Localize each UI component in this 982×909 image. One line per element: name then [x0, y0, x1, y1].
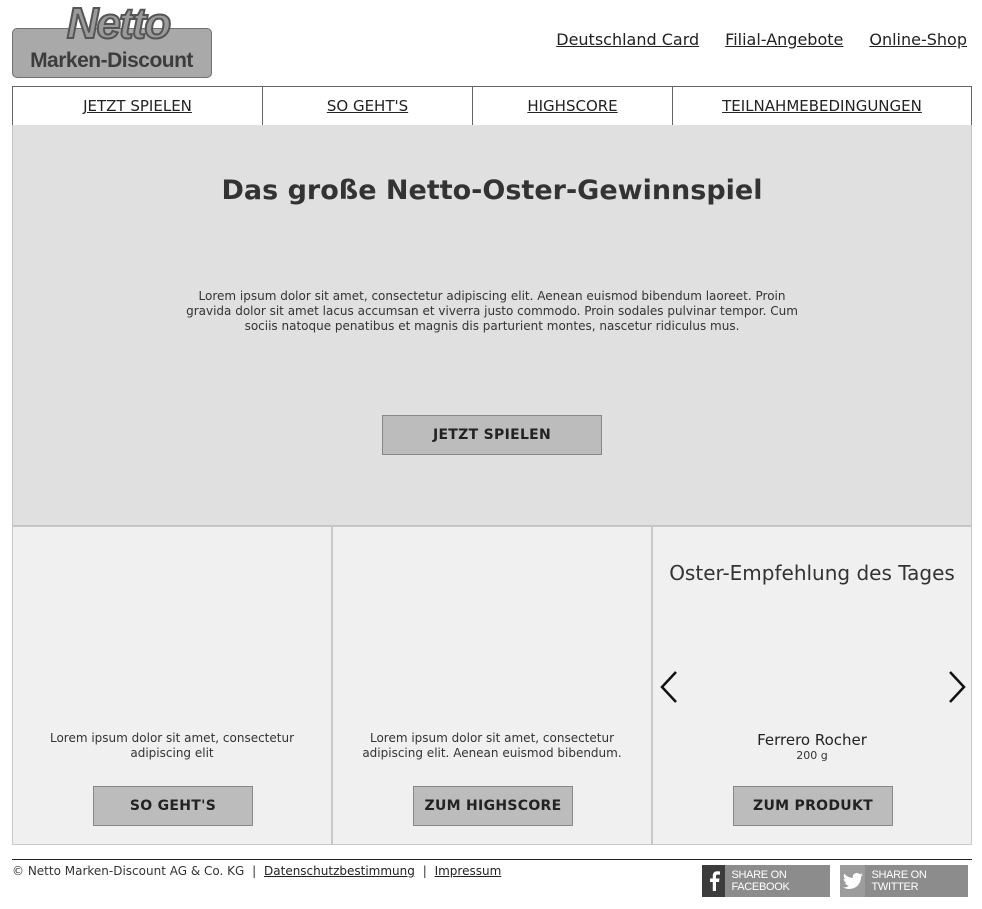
footer: © Netto Marken-Discount AG & Co. KG | Da… [12, 864, 501, 878]
footer-divider [12, 859, 972, 860]
imprint-link[interactable]: Impressum [435, 864, 502, 878]
zum-produkt-button[interactable]: ZUM PRODUKT [733, 786, 893, 826]
recommendation-title: Oster-Empfehlung des Tages [669, 561, 955, 585]
tab-so-gehts[interactable]: SO GEHT'S [263, 87, 473, 125]
tab-jetzt-spielen[interactable]: JETZT SPIELEN [13, 87, 263, 125]
product-name: Ferrero Rocher [757, 731, 867, 749]
chevron-right-icon[interactable] [945, 669, 969, 705]
card-recommendation: Oster-Empfehlung des Tages Ferrero Roche… [652, 526, 972, 845]
share-twitter-button[interactable]: SHARE ON TWITTER [840, 865, 968, 897]
netto-logo[interactable]: Netto Marken-Discount [12, 0, 212, 78]
footer-separator: | [252, 864, 257, 878]
link-deutschland-card[interactable]: Deutschland Card [556, 30, 699, 49]
top-links: Deutschland Card Filial-Angebote Online-… [556, 30, 967, 49]
twitter-icon [840, 865, 866, 897]
share-facebook-label: SHARE ON FACEBOOK [731, 869, 790, 893]
logo-wordmark: Netto [66, 0, 172, 49]
card-how-to: Lorem ipsum dolor sit amet, consectetur … [12, 526, 332, 845]
privacy-link[interactable]: Datenschutzbestimmung [264, 864, 415, 878]
hero-section: Das große Netto-Oster-Gewinnspiel Lorem … [12, 125, 972, 526]
tab-highscore[interactable]: HIGHSCORE [473, 87, 673, 125]
zum-highscore-button[interactable]: ZUM HIGHSCORE [413, 786, 573, 826]
so-gehts-button[interactable]: SO GEHT'S [93, 786, 253, 826]
footer-copyright: © Netto Marken-Discount AG & Co. KG [12, 864, 245, 878]
card-highscore-text: Lorem ipsum dolor sit amet, consectetur … [362, 731, 622, 760]
share-twitter-label: SHARE ON TWITTER [871, 869, 927, 893]
product-weight: 200 g [796, 749, 828, 762]
link-online-shop[interactable]: Online-Shop [869, 30, 967, 49]
card-highscore: Lorem ipsum dolor sit amet, consectetur … [332, 526, 652, 845]
hero-title: Das große Netto-Oster-Gewinnspiel [221, 175, 763, 206]
footer-separator: | [422, 864, 427, 878]
chevron-left-icon[interactable] [657, 669, 681, 705]
main-nav: JETZT SPIELEN SO GEHT'S HIGHSCORE TEILNA… [12, 86, 972, 126]
logo-subline: Marken-Discount [30, 49, 193, 72]
jetzt-spielen-button[interactable]: JETZT SPIELEN [382, 415, 602, 455]
card-how-to-text: Lorem ipsum dolor sit amet, consectetur … [49, 731, 295, 760]
share-facebook-button[interactable]: SHARE ON FACEBOOK [702, 865, 830, 897]
tab-teilnahmebedingungen[interactable]: TEILNAHMEBEDINGUNGEN [673, 87, 971, 125]
facebook-icon [702, 865, 726, 897]
hero-text: Lorem ipsum dolor sit amet, consectetur … [186, 289, 798, 333]
link-filial-angebote[interactable]: Filial-Angebote [725, 30, 843, 49]
